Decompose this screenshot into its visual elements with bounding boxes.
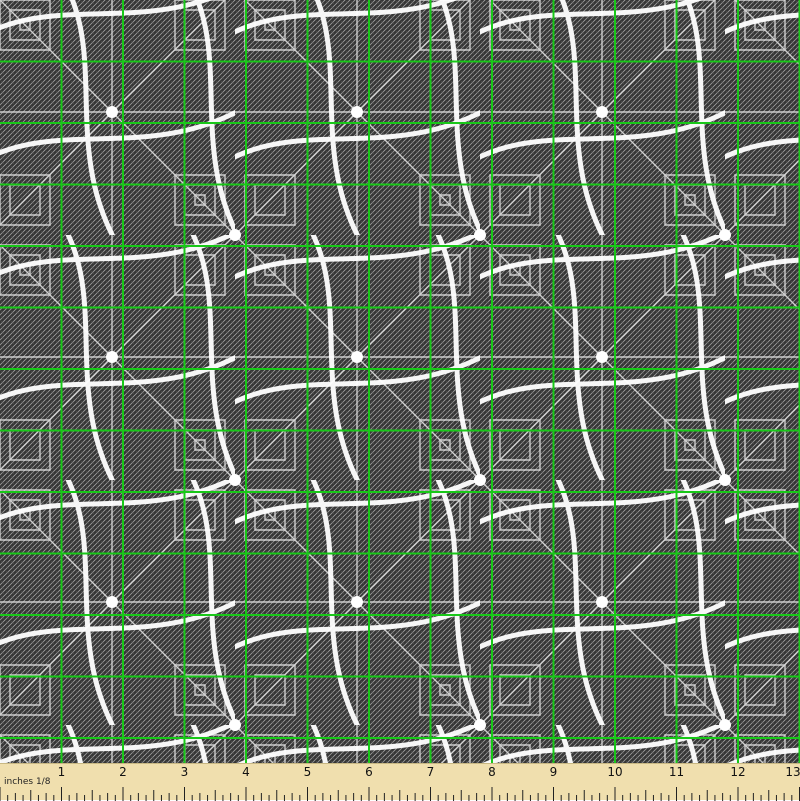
- ruler-number: 10: [607, 765, 623, 779]
- fabric-background: [0, 0, 800, 763]
- measuring-ruler: inches 1/8 1 2 3 4 5 6 7 8 9 10 11 12 13: [0, 763, 800, 801]
- ruler-number: 6: [365, 765, 373, 779]
- ruler-unit-label: inches 1/8: [4, 777, 51, 787]
- ruler-number: 2: [119, 765, 127, 779]
- ruler-number: 9: [549, 765, 558, 779]
- ruler-number: 1: [57, 765, 66, 779]
- ruler-number: 11: [668, 765, 685, 779]
- ruler-number: 7: [426, 765, 435, 779]
- ruler-number: 12: [730, 765, 746, 779]
- ruler-number: 5: [303, 765, 312, 779]
- ruler-number: 4: [242, 765, 250, 779]
- ruler-number: 3: [180, 765, 189, 779]
- ruler-number: 8: [488, 765, 496, 779]
- ruler-number: 13: [785, 765, 800, 779]
- fabric-pattern-swatch: [0, 0, 800, 763]
